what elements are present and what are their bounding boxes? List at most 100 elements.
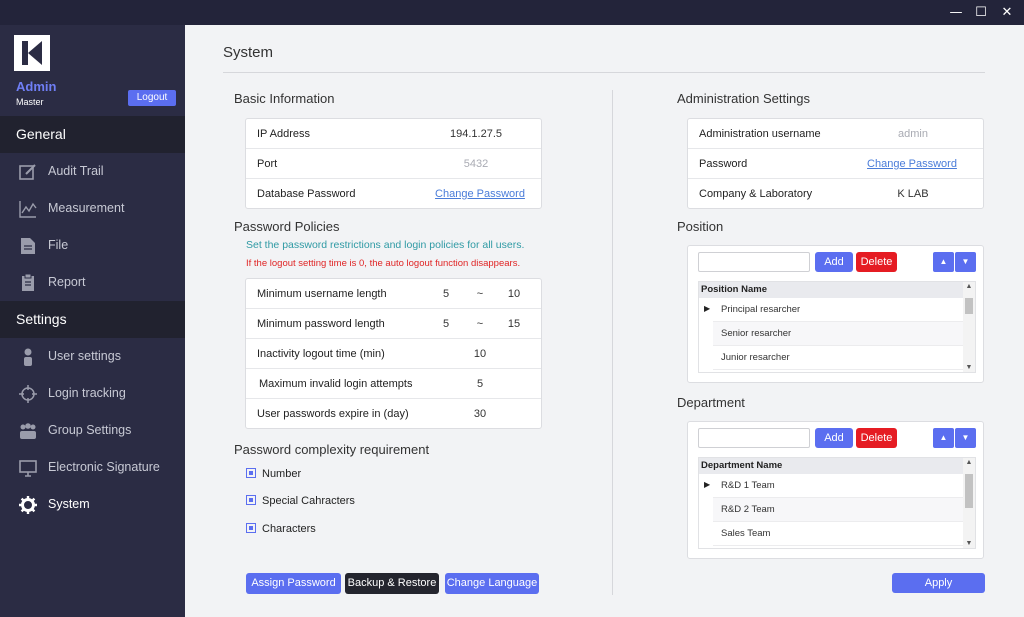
chart-icon bbox=[19, 201, 37, 218]
column-divider bbox=[612, 90, 613, 595]
nav-item-measurement[interactable]: Measurement bbox=[0, 190, 185, 227]
policy-info-note: Set the password restrictions and login … bbox=[246, 239, 525, 251]
position-row[interactable]: Principal resarcher bbox=[713, 298, 964, 322]
department-add-button[interactable]: Add bbox=[815, 428, 853, 448]
checkbox-icon[interactable] bbox=[246, 523, 256, 533]
department-move-down-button[interactable]: ▼ bbox=[955, 428, 976, 448]
min-password-max[interactable]: 15 bbox=[504, 309, 524, 339]
ip-address-value[interactable]: 194.1.27.5 bbox=[426, 119, 526, 149]
min-password-row: Minimum password length 5 ~ 15 bbox=[246, 309, 541, 339]
department-name-input[interactable] bbox=[698, 428, 810, 448]
position-title: Position bbox=[677, 219, 724, 234]
checkbox-label: Special Cahracters bbox=[262, 495, 355, 507]
row-selected-indicator-icon: ▶ bbox=[704, 304, 711, 313]
sidebar: Admin Master Logout General Audit Trail … bbox=[0, 25, 185, 617]
basic-info-card: IP Address 194.1.27.5 Port 5432 Database… bbox=[245, 118, 542, 209]
position-panel: Add Delete ▲ ▼ Position Name ▶ Principal… bbox=[687, 245, 984, 383]
backup-restore-button[interactable]: Backup & Restore bbox=[345, 573, 439, 594]
port-value[interactable]: 5432 bbox=[426, 149, 526, 179]
ip-address-label: IP Address bbox=[257, 128, 310, 140]
nav-item-electronic-signature[interactable]: Electronic Signature bbox=[0, 449, 185, 486]
department-list: Department Name ▶ R&D 1 Team R&D 2 Team … bbox=[698, 457, 976, 549]
nav-item-user-settings[interactable]: User settings bbox=[0, 338, 185, 375]
admin-username-value[interactable]: admin bbox=[868, 119, 958, 149]
department-scrollbar[interactable]: ▲ ▼ bbox=[963, 458, 975, 548]
checkbox-label: Characters bbox=[262, 523, 316, 535]
position-name-input[interactable] bbox=[698, 252, 810, 272]
position-row[interactable]: Junior resarcher bbox=[713, 346, 964, 370]
password-policies-title: Password Policies bbox=[234, 219, 340, 234]
min-username-min[interactable]: 5 bbox=[436, 279, 456, 309]
password-expiry-value[interactable]: 30 bbox=[466, 399, 494, 429]
position-scrollbar[interactable]: ▲ ▼ bbox=[963, 282, 975, 372]
position-row[interactable]: Senior resarcher bbox=[713, 322, 964, 346]
title-divider bbox=[223, 72, 985, 73]
maximize-button[interactable]: ☐ bbox=[970, 4, 992, 21]
complexity-number-checkbox[interactable]: Number bbox=[246, 468, 301, 480]
password-policies-card: Minimum username length 5 ~ 10 Minimum p… bbox=[245, 278, 542, 429]
scroll-up-icon[interactable]: ▲ bbox=[963, 459, 975, 466]
admin-username-row: Administration username admin bbox=[688, 119, 983, 149]
logout-button[interactable]: Logout bbox=[128, 90, 176, 106]
department-delete-button[interactable]: Delete bbox=[856, 428, 897, 448]
nav-item-system[interactable]: System bbox=[0, 486, 185, 523]
group-icon bbox=[20, 423, 36, 439]
main-content: System Basic Information IP Address 194.… bbox=[185, 25, 1024, 617]
department-move-up-button[interactable]: ▲ bbox=[933, 428, 954, 448]
min-password-min[interactable]: 5 bbox=[436, 309, 456, 339]
inactivity-logout-row: Inactivity logout time (min) 10 bbox=[246, 339, 541, 369]
close-button[interactable]: ✕ bbox=[996, 4, 1018, 21]
password-expiry-label: User passwords expire in (day) bbox=[257, 408, 409, 420]
min-username-label: Minimum username length bbox=[257, 288, 387, 300]
max-login-attempts-value[interactable]: 5 bbox=[466, 369, 494, 399]
change-language-button[interactable]: Change Language bbox=[445, 573, 539, 594]
position-add-button[interactable]: Add bbox=[815, 252, 853, 272]
department-row[interactable]: Sales Team bbox=[713, 522, 964, 546]
range-separator: ~ bbox=[476, 318, 484, 330]
file-icon bbox=[21, 238, 35, 254]
scroll-down-icon[interactable]: ▼ bbox=[963, 364, 975, 371]
department-row[interactable]: R&D 2 Team bbox=[713, 498, 964, 522]
scroll-thumb[interactable] bbox=[965, 298, 973, 314]
admin-change-password-link[interactable]: Change Password bbox=[858, 149, 966, 179]
department-column-header: Department Name bbox=[699, 458, 964, 474]
max-login-attempts-label: Maximum invalid login attempts bbox=[259, 378, 413, 390]
nav-item-label: Measurement bbox=[48, 201, 125, 215]
user-icon bbox=[24, 348, 32, 366]
inactivity-logout-value[interactable]: 10 bbox=[466, 339, 494, 369]
company-lab-value[interactable]: K LAB bbox=[868, 179, 958, 209]
complexity-characters-checkbox[interactable]: Characters bbox=[246, 523, 316, 535]
scroll-down-icon[interactable]: ▼ bbox=[963, 540, 975, 547]
nav-section-settings: Settings bbox=[0, 301, 185, 338]
admin-settings-card: Administration username admin Password C… bbox=[687, 118, 984, 209]
checkbox-icon[interactable] bbox=[246, 468, 256, 478]
checkbox-icon[interactable] bbox=[246, 495, 256, 505]
apply-button[interactable]: Apply bbox=[892, 573, 985, 593]
nav-item-label: Report bbox=[48, 275, 86, 289]
scroll-thumb[interactable] bbox=[965, 474, 973, 508]
position-move-down-button[interactable]: ▼ bbox=[955, 252, 976, 272]
complexity-special-checkbox[interactable]: Special Cahracters bbox=[246, 495, 355, 507]
nav-item-group-settings[interactable]: Group Settings bbox=[0, 412, 185, 449]
page-title: System bbox=[223, 44, 274, 61]
assign-password-button[interactable]: Assign Password bbox=[246, 573, 341, 594]
nav-item-login-tracking[interactable]: Login tracking bbox=[0, 375, 185, 412]
nav-section-general: General bbox=[0, 116, 185, 153]
nav-item-label: System bbox=[48, 497, 90, 511]
position-column-header: Position Name bbox=[699, 282, 964, 298]
department-row[interactable]: R&D 1 Team bbox=[713, 474, 964, 498]
nav-item-file[interactable]: File bbox=[0, 227, 185, 264]
position-delete-button[interactable]: Delete bbox=[856, 252, 897, 272]
nav-item-report[interactable]: Report bbox=[0, 264, 185, 301]
position-list: Position Name ▶ Principal resarcher Seni… bbox=[698, 281, 976, 373]
position-move-up-button[interactable]: ▲ bbox=[933, 252, 954, 272]
minimize-button[interactable]: — bbox=[945, 4, 967, 21]
max-login-attempts-row: Maximum invalid login attempts 5 bbox=[246, 369, 541, 399]
row-selected-indicator-icon: ▶ bbox=[704, 480, 711, 489]
min-username-max[interactable]: 10 bbox=[504, 279, 524, 309]
nav-item-audit-trail[interactable]: Audit Trail bbox=[0, 153, 185, 190]
db-change-password-link[interactable]: Change Password bbox=[426, 179, 534, 209]
inactivity-logout-label: Inactivity logout time (min) bbox=[257, 348, 385, 360]
admin-password-row: Password Change Password bbox=[688, 149, 983, 179]
scroll-up-icon[interactable]: ▲ bbox=[963, 283, 975, 290]
